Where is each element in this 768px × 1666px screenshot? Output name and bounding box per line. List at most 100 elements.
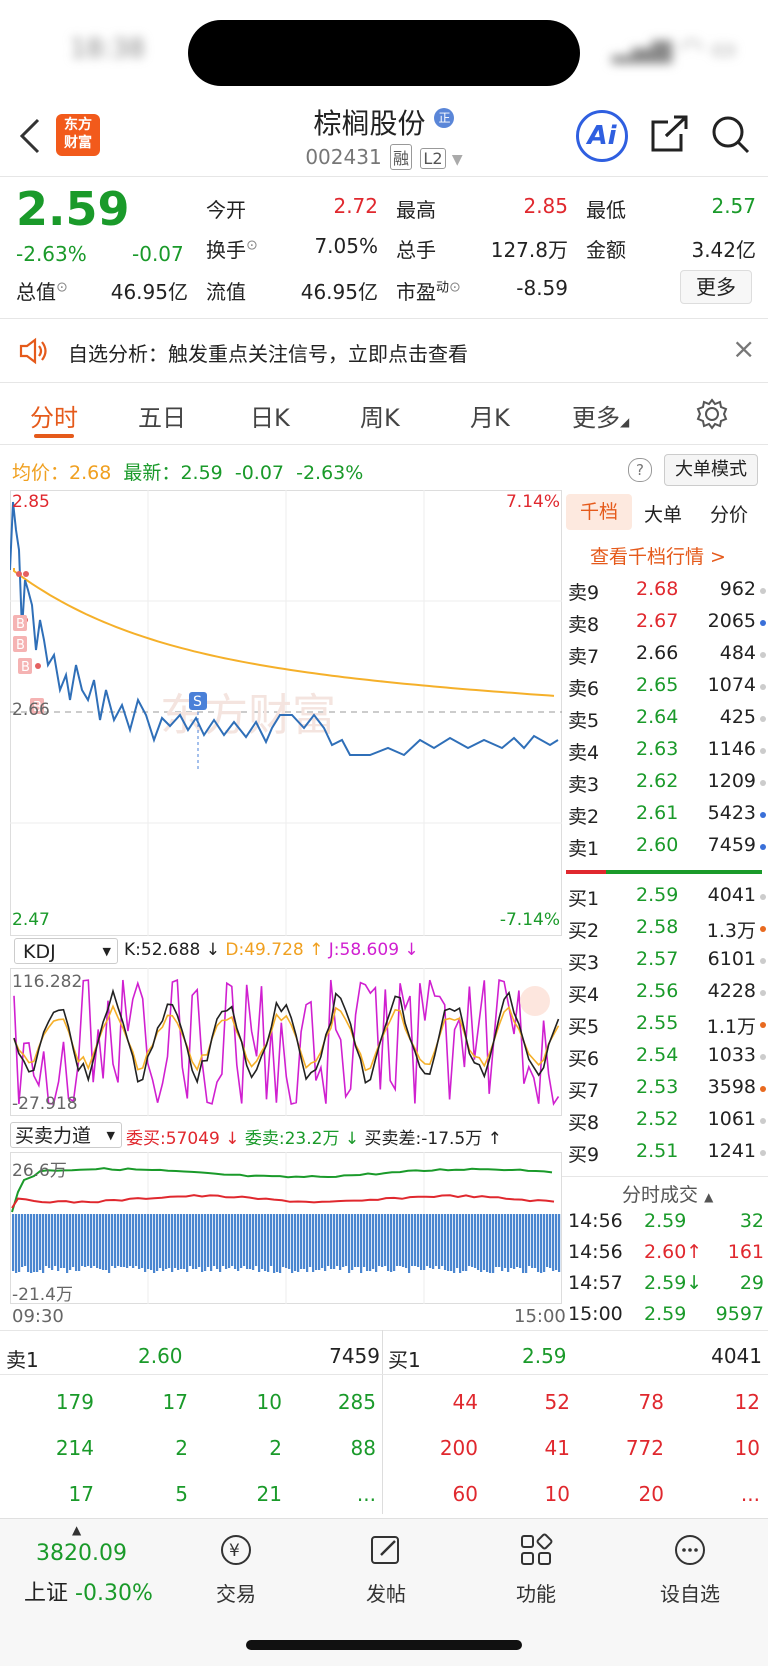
queue-buy-cell: 20 (638, 1482, 664, 1506)
force-bar (534, 1214, 537, 1268)
banner-close-button[interactable]: × (732, 332, 755, 365)
nav-post[interactable]: 发帖 (336, 1533, 436, 1607)
level-volume: 1.3万 (706, 920, 756, 942)
level-label: 买7 (568, 1080, 600, 1102)
force-bar (324, 1214, 327, 1271)
bid-row[interactable]: 买6 2.54 1033 (566, 1044, 766, 1074)
force-bar (111, 1214, 114, 1266)
ask-row[interactable]: 卖1 2.60 7459 (566, 834, 766, 864)
tab-more[interactable]: 更多◢ (572, 398, 629, 433)
turnover-label[interactable]: 换手⊙ (206, 234, 258, 263)
tab-intraday[interactable]: 分时 (30, 398, 78, 433)
more-button[interactable]: 更多 (680, 270, 752, 304)
level-price: 2.52 (636, 1108, 679, 1130)
bid-row[interactable]: 买9 2.51 1241 (566, 1140, 766, 1170)
book-split-bar (566, 870, 762, 874)
tab-price-dist[interactable]: 分价 (710, 500, 748, 527)
pe-label[interactable]: 市盈动⊙ (396, 276, 461, 305)
ask-row[interactable]: 卖5 2.64 425 (566, 706, 766, 736)
pe-label-text: 市盈 (396, 280, 436, 304)
force-bar (207, 1214, 210, 1267)
bid-row[interactable]: 买4 2.56 4228 (566, 980, 766, 1010)
force-bar (489, 1214, 492, 1273)
index-name: 上证 (24, 1581, 69, 1606)
force-selector[interactable]: 买卖力道 ▼ (10, 1122, 122, 1148)
sell-force-line (11, 1167, 553, 1213)
tick-volume: 161 (727, 1241, 764, 1263)
force-bar (477, 1214, 480, 1270)
force-bar (177, 1214, 180, 1270)
search-icon[interactable] (710, 114, 752, 160)
tab-weekly-k[interactable]: 周K (360, 398, 400, 433)
bid-row[interactable]: 买5 2.55 1.1万 (566, 1012, 766, 1042)
force-y-top: 26.6万 (12, 1161, 67, 1181)
level-volume: 1.1万 (706, 1016, 756, 1038)
bid-row[interactable]: 买8 2.52 1061 (566, 1108, 766, 1138)
force-bar (204, 1214, 207, 1271)
ask-row[interactable]: 卖6 2.65 1074 (566, 674, 766, 704)
ask-row[interactable]: 卖3 2.62 1209 (566, 770, 766, 800)
tab-big-order[interactable]: 大单 (644, 500, 682, 527)
bid-row[interactable]: 买1 2.59 4041 (566, 884, 766, 914)
tab-daily-k[interactable]: 日K (250, 398, 290, 433)
force-y-bottom: -21.4万 (12, 1285, 73, 1305)
tab-five-day[interactable]: 五日 (138, 398, 186, 433)
bid-row[interactable]: 买3 2.57 6101 (566, 948, 766, 978)
force-bar (399, 1214, 402, 1266)
indicator-selector[interactable]: KDJ ▼ (14, 938, 118, 964)
index-row[interactable]: 上证 -0.30% (24, 1575, 153, 1607)
big-order-mode-button[interactable]: 大单模式 (664, 454, 758, 486)
nav-trade[interactable]: ¥ 交易 (186, 1533, 286, 1607)
index-value[interactable]: 3820.09 (36, 1541, 127, 1566)
settings-gear-icon[interactable] (696, 398, 728, 430)
force-bar (369, 1214, 372, 1271)
tab-depth[interactable]: 千档 (566, 494, 632, 530)
ticks-title[interactable]: 分时成交 ▲ (622, 1180, 713, 1207)
ask-row[interactable]: 卖2 2.61 5423 (566, 802, 766, 832)
level-volume: 1209 (707, 770, 756, 792)
force-chart[interactable] (10, 1152, 562, 1304)
level-label: 卖4 (568, 742, 600, 764)
depth-link[interactable]: 查看千档行情 > (590, 542, 726, 569)
bid-row[interactable]: 买7 2.53 3598 (566, 1076, 766, 1106)
nav-functions[interactable]: 功能 (486, 1533, 586, 1607)
ask-row[interactable]: 卖4 2.63 1146 (566, 738, 766, 768)
force-bar (555, 1214, 558, 1270)
level-label: 卖5 (568, 710, 600, 732)
kdj-y-bottom: -27.918 (12, 1094, 78, 1114)
tick-row: 14:57 2.59↓ 29 (566, 1272, 766, 1302)
ask-row[interactable]: 卖8 2.67 2065 (566, 610, 766, 640)
force-bar (39, 1214, 42, 1270)
expand-icon[interactable] (520, 986, 550, 1016)
intraday-price-chart[interactable]: 东方财富 B B B B S (10, 490, 562, 936)
force-bar (174, 1214, 177, 1268)
ai-button[interactable]: Ai (576, 110, 628, 162)
info-dots-icon: ⊙ (449, 279, 461, 296)
force-bar (249, 1214, 252, 1269)
force-bar (504, 1214, 507, 1268)
ask-row[interactable]: 卖7 2.66 484 (566, 642, 766, 672)
amount-label: 金额 (586, 238, 626, 262)
level-label: 买5 (568, 1016, 600, 1038)
nav-add-watchlist[interactable]: 设自选 (640, 1533, 740, 1607)
mcap-label[interactable]: 总值⊙ (16, 276, 68, 305)
tab-monthly-k[interactable]: 月K (470, 398, 510, 433)
share-icon[interactable] (650, 114, 690, 158)
ask-row[interactable]: 卖9 2.68 962 (566, 578, 766, 608)
force-bar (330, 1214, 333, 1269)
force-bar (498, 1214, 501, 1267)
analysis-banner[interactable]: 自选分析：触发重点关注信号，立即点击查看 × (0, 322, 768, 380)
force-bar (210, 1214, 213, 1271)
level-label: 卖2 (568, 806, 600, 828)
kdj-chart[interactable] (10, 968, 562, 1116)
force-bar (372, 1214, 375, 1269)
queue-buy-cell: 10 (734, 1436, 760, 1460)
tick-time: 15:00 (568, 1303, 623, 1325)
queue-sell-cell: 214 (55, 1436, 94, 1460)
bid-row[interactable]: 买2 2.58 1.3万 (566, 916, 766, 946)
force-bar (444, 1214, 447, 1270)
level-label: 买3 (568, 952, 600, 974)
help-icon[interactable]: ? (628, 458, 652, 482)
margin-tag: 融 (390, 144, 413, 170)
stock-code: 002431 (305, 145, 382, 169)
